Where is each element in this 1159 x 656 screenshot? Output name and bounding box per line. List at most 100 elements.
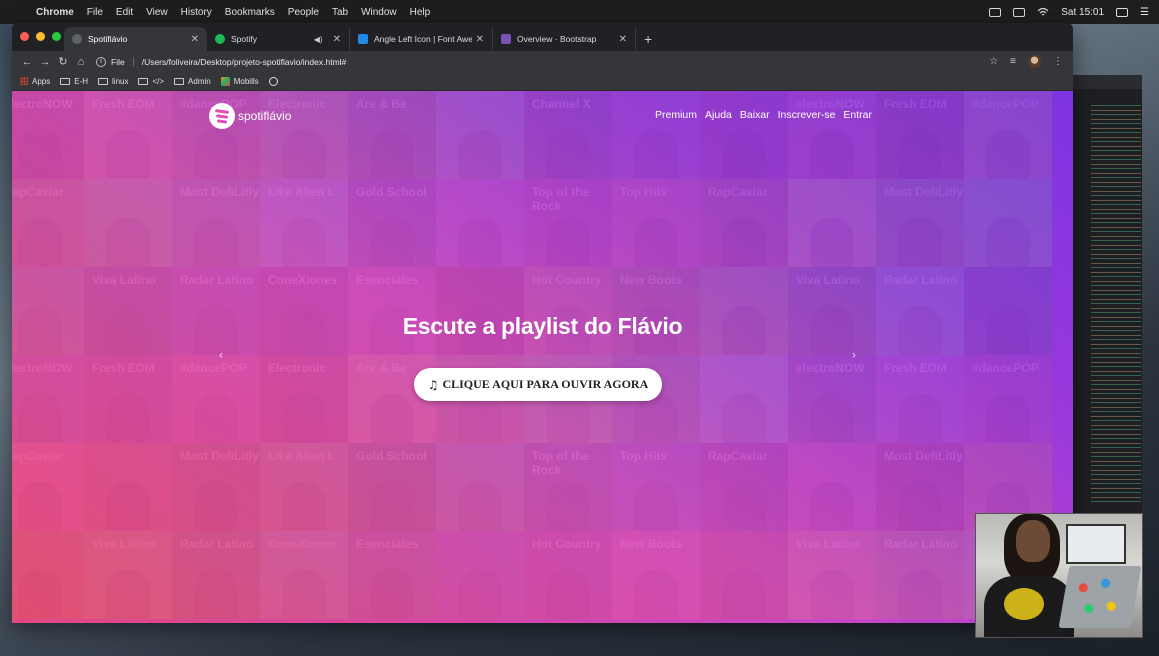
globe-icon [72, 34, 82, 44]
nav-premium[interactable]: Premium [655, 109, 697, 121]
folder-icon [98, 77, 109, 85]
clock[interactable]: Sat 15:01 [1061, 7, 1104, 18]
bookmark-linux[interactable]: linux [98, 77, 128, 86]
folder-icon [60, 77, 71, 85]
profile-avatar[interactable] [1028, 55, 1041, 68]
browser-toolbar: ← → ↻ ⌂ i File /Users/foliveira/Desktop/… [12, 51, 1073, 72]
webcam-overlay [975, 513, 1143, 638]
toolbar-actions: ☆ ≡ ⋮ [989, 55, 1063, 68]
nav-links: Premium Ajuda Baixar Inscrever-se Entrar [655, 109, 872, 121]
forward-arrow-icon[interactable]: → [36, 56, 54, 68]
wifi-icon[interactable] [1037, 7, 1049, 17]
tab-spotiflavio[interactable]: Spotifiávio ✕ [64, 27, 207, 51]
maximize-window-button[interactable] [52, 32, 61, 41]
site-info-icon[interactable]: i [96, 56, 106, 67]
control-center-icon[interactable]: ☰ [1140, 7, 1149, 18]
bookmark-mobills[interactable]: Mobills [220, 76, 259, 86]
site-navbar: spotiflávio Premium Ajuda Baixar Inscrev… [12, 91, 1073, 137]
page-viewport: electroNOWFresh EDM#dancePOPElectronicAr… [12, 91, 1073, 623]
tab-close-icon[interactable]: ✕ [333, 34, 341, 45]
font-awesome-icon [358, 34, 368, 44]
close-window-button[interactable] [20, 32, 29, 41]
browser-window: Spotifiávio ✕ Spotify ◀) ✕ Angle Left Ic… [12, 23, 1073, 623]
brand-name: spotiflávio [238, 109, 292, 123]
bookmark-label: E-H [74, 76, 89, 86]
folder-icon [174, 77, 185, 85]
folder-icon [138, 77, 149, 85]
editor-code-lines [1091, 105, 1141, 505]
person-face [1016, 520, 1050, 562]
bookmark-apps[interactable]: Apps [20, 77, 50, 86]
back-arrow-icon[interactable]: ← [18, 56, 36, 68]
reload-icon[interactable]: ↻ [54, 55, 72, 68]
display-icon[interactable] [1116, 7, 1129, 17]
nav-ajuda[interactable]: Ajuda [705, 109, 732, 121]
shirt-logo [1004, 588, 1044, 620]
home-icon[interactable]: ⌂ [72, 56, 90, 68]
gradient-overlay [12, 91, 1073, 623]
menu-tab[interactable]: Tab [332, 7, 348, 18]
link-icon[interactable] [1013, 7, 1026, 17]
menu-app-name[interactable]: Chrome [36, 7, 74, 18]
cta-label: CLIQUE AQUI PARA OUVIR AGORA [442, 377, 649, 391]
globe-icon [268, 76, 278, 86]
listen-now-button[interactable]: ♫ CLIQUE AQUI PARA OUVIR AGORA [414, 368, 662, 401]
carousel-prev-icon[interactable]: ‹ [214, 348, 228, 362]
omnibox-divider [132, 56, 134, 67]
bookmark-label: Mobills [233, 76, 259, 86]
tab-font-awesome[interactable]: Angle Left Icon | Font Awesome ✕ [350, 27, 493, 51]
tab-strip: Spotifiávio ✕ Spotify ◀) ✕ Angle Left Ic… [12, 23, 1073, 51]
bookmark-star-icon[interactable]: ☆ [989, 56, 998, 67]
tab-close-icon[interactable]: ✕ [619, 34, 627, 45]
nav-inscrever-se[interactable]: Inscrever-se [778, 109, 836, 121]
tab-close-icon[interactable]: ✕ [476, 34, 484, 45]
tab-title: Angle Left Icon | Font Awesome [374, 34, 472, 44]
menu-kebab-icon[interactable]: ⋮ [1053, 56, 1063, 67]
media-queue-icon[interactable]: ≡ [1010, 56, 1016, 67]
bookmarks-bar: Apps E-H linux </> Admin Mobills [12, 72, 1073, 91]
bookmark-label: Admin [188, 76, 211, 86]
tab-title: Spotifiávio [88, 34, 128, 44]
bookmark-label: </> [152, 76, 165, 86]
menu-edit[interactable]: Edit [116, 7, 133, 18]
bookmark-eh[interactable]: E-H [60, 77, 88, 86]
menubar-status-area: Sat 15:01 ☰ [989, 7, 1149, 18]
music-note-icon: ♫ [427, 377, 439, 392]
window-controls [20, 32, 61, 41]
menu-window[interactable]: Window [361, 7, 397, 18]
screen-record-icon[interactable] [989, 7, 1002, 17]
carousel-next-icon[interactable]: › [847, 348, 861, 362]
hero-title: Escute a playlist do Flávio [402, 313, 683, 339]
tab-close-icon[interactable]: ✕ [191, 34, 199, 45]
spotify-icon [215, 34, 225, 44]
menu-file[interactable]: File [87, 7, 103, 18]
menu-help[interactable]: Help [410, 7, 431, 18]
url-text[interactable]: /Users/foliveira/Desktop/projeto-spotifl… [142, 57, 347, 67]
menu-people[interactable]: People [288, 7, 319, 18]
tab-title: Overview · Bootstrap [517, 34, 597, 44]
spotify-logo-icon [209, 103, 235, 129]
nav-entrar[interactable]: Entrar [843, 109, 872, 121]
bookmark-admin[interactable]: Admin [174, 77, 211, 86]
minimize-window-button[interactable] [36, 32, 45, 41]
audio-playing-icon[interactable]: ◀) [314, 35, 323, 44]
mobills-icon [220, 76, 230, 86]
laptop-stickers [1072, 574, 1128, 620]
menu-bookmarks[interactable]: Bookmarks [225, 7, 275, 18]
menu-view[interactable]: View [146, 7, 168, 18]
bookmark-globe[interactable] [268, 76, 278, 86]
menu-history[interactable]: History [181, 7, 212, 18]
site-brand[interactable]: spotiflávio [209, 103, 291, 129]
macos-menu-bar: Chrome File Edit View History Bookmarks … [0, 0, 1159, 24]
tab-bootstrap[interactable]: Overview · Bootstrap ✕ [493, 27, 636, 51]
new-tab-button[interactable]: + [636, 27, 660, 51]
address-bar[interactable]: i File /Users/foliveira/Desktop/projeto-… [96, 53, 989, 70]
bootstrap-icon [501, 34, 511, 44]
bookmark-code[interactable]: </> [138, 77, 164, 86]
bookmark-label: linux [112, 76, 129, 86]
tab-spotify[interactable]: Spotify ◀) ✕ [207, 27, 350, 51]
wall-frame [1066, 524, 1126, 564]
nav-baixar[interactable]: Baixar [740, 109, 770, 121]
tab-title: Spotify [231, 34, 257, 44]
scheme-label: File [111, 56, 125, 67]
